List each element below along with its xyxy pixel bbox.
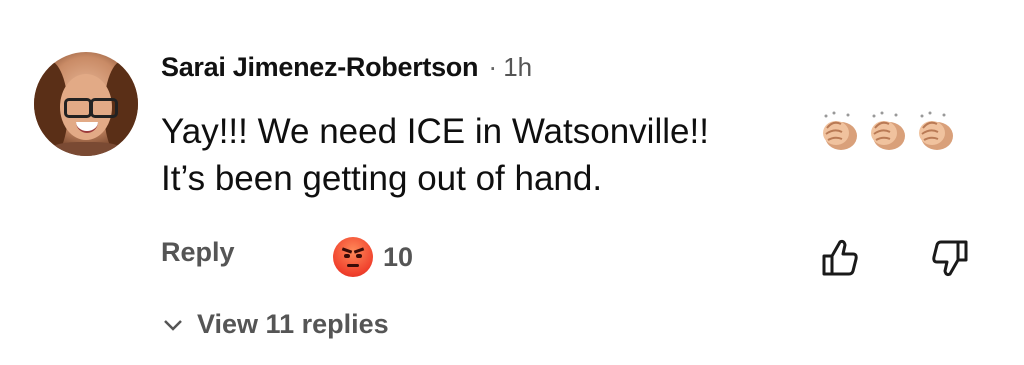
reaction-summary[interactable]: 10 <box>333 237 413 277</box>
timestamp: 1h <box>503 52 533 82</box>
view-replies-label: View 11 replies <box>197 309 389 339</box>
emoji-group <box>818 110 958 154</box>
clapping-hands-icon <box>919 111 953 150</box>
author-name[interactable]: Sarai Jimenez-Robertson <box>161 52 479 83</box>
angry-face-icon <box>333 237 373 277</box>
reply-button[interactable]: Reply <box>161 237 235 268</box>
comment-text-line-2: It’s been getting out of hand. <box>161 159 603 198</box>
chevron-down-icon <box>164 319 182 331</box>
avatar[interactable] <box>34 52 138 156</box>
comment-card: Sarai Jimenez-Robertson · 1h Yay!!! We n… <box>0 0 1024 365</box>
comment-text: Yay!!! We need ICE in Watsonville!! It’s… <box>161 108 709 202</box>
view-replies-button[interactable]: View 11 replies <box>161 309 389 340</box>
clapping-hands-icon <box>871 111 905 150</box>
thumbs-up-icon[interactable] <box>818 236 862 280</box>
reaction-count: 10 <box>383 241 414 272</box>
meta-separator: · <box>488 52 498 82</box>
clapping-hands-icon <box>823 111 857 150</box>
comment-text-line-1: Yay!!! We need ICE in Watsonville!! <box>161 112 709 151</box>
thumbs-down-icon[interactable] <box>928 236 972 280</box>
comment-meta: Sarai Jimenez-Robertson · 1h <box>161 52 532 83</box>
